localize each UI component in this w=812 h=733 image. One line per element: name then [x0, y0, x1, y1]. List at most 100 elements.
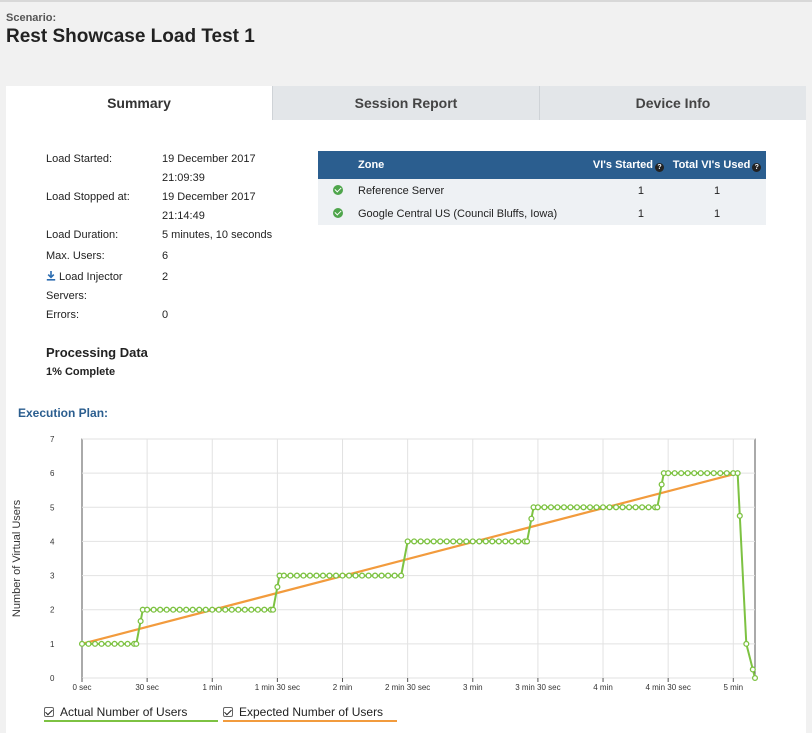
- zones-zone-header: Zone: [358, 151, 578, 179]
- zones-started-header-label: VI's Started: [592, 158, 653, 171]
- plot-area: [81, 438, 756, 679]
- load-started-value: 19 December 2017 21:09:39: [162, 150, 282, 188]
- actual-users-point: [424, 538, 431, 545]
- y-tick-label: 6: [50, 469, 55, 478]
- injector-label-line1: Load Injector: [59, 271, 123, 283]
- legend-expected-checkbox[interactable]: [223, 707, 233, 717]
- tab-summary[interactable]: Summary: [6, 86, 272, 120]
- actual-users-point: [482, 538, 489, 545]
- actual-users-point: [751, 674, 759, 682]
- execution-plan-chart: 0 1 2 3 4 5 6 7 0 sec 30 sec 1 min 1 min 30 sec 2 mi…: [11, 435, 759, 692]
- x-tick-label: 30 sec: [135, 683, 159, 692]
- actual-users-point: [541, 504, 548, 511]
- help-icon[interactable]: ?: [655, 162, 664, 172]
- actual-users-point: [137, 618, 144, 625]
- actual-users-point: [118, 640, 125, 647]
- actual-users-point: [332, 572, 340, 579]
- actual-users-point: [261, 606, 268, 613]
- actual-users-point: [586, 504, 594, 511]
- tab-bar: Summary Session Report Device Info: [6, 86, 806, 120]
- actual-users-point: [144, 606, 151, 613]
- actual-users-point: [78, 640, 86, 647]
- actual-users-point: [697, 470, 704, 477]
- actual-users-point: [248, 606, 255, 613]
- actual-users-point: [105, 640, 112, 647]
- x-tick-label: 3 min: [463, 683, 483, 692]
- actual-users-point: [215, 606, 222, 613]
- actual-users-point: [365, 572, 372, 579]
- actual-users-point: [717, 470, 724, 477]
- actual-users-point: [580, 504, 587, 511]
- zones-total-header: Total VI's Used?: [668, 151, 766, 179]
- load-stopped-time: 21:14:49: [162, 210, 205, 222]
- actual-users-point: [359, 572, 366, 579]
- injector-label-line2: Servers:: [46, 290, 87, 302]
- actual-users-point: [456, 538, 463, 545]
- tab-device-info[interactable]: Device Info: [539, 86, 806, 120]
- check-circle-icon: [333, 184, 343, 195]
- actual-users-point: [398, 572, 405, 579]
- actual-users-point: [743, 640, 750, 647]
- load-stopped-value: 19 December 2017 21:14:49: [162, 188, 282, 226]
- table-row: Google Central US (Council Bluffs, Iowa)…: [318, 202, 766, 225]
- actual-users-point: [235, 606, 242, 613]
- zone-name: Reference Server: [358, 179, 578, 202]
- actual-users-point: [111, 640, 118, 647]
- zone-total: 1: [668, 202, 766, 225]
- actual-users-point: [665, 470, 672, 477]
- y-tick-label: 1: [50, 640, 55, 649]
- zones-status-header: [318, 151, 358, 179]
- actual-users-point: [508, 538, 515, 545]
- actual-users-point: [619, 504, 626, 511]
- actual-users-point: [157, 606, 164, 613]
- actual-users-point: [345, 572, 353, 579]
- injector-label[interactable]: Load Injector Servers:: [46, 268, 156, 306]
- actual-users-point: [654, 504, 661, 511]
- actual-users-point: [241, 606, 248, 613]
- actual-users-point: [430, 538, 437, 545]
- actual-users-point: [254, 606, 261, 613]
- actual-users-point: [567, 504, 574, 511]
- actual-users-point: [391, 572, 398, 579]
- legend-expected-label: Expected Number of Users: [239, 705, 384, 719]
- actual-users-point: [489, 538, 496, 545]
- x-tick-label: 2 min 30 sec: [385, 683, 430, 692]
- zones-table: Zone VI's Started? Total VI's Used? Refe…: [318, 151, 766, 225]
- actual-users-point: [98, 640, 105, 647]
- legend-actual-checkbox[interactable]: [44, 707, 54, 717]
- actual-users-point: [626, 504, 633, 511]
- tab-session-report[interactable]: Session Report: [272, 86, 539, 120]
- load-stopped-date: 19 December 2017: [162, 191, 256, 203]
- errors-label: Errors:: [46, 309, 79, 321]
- actual-users-point: [202, 606, 209, 613]
- table-row: Reference Server 1 1: [318, 179, 766, 202]
- actual-users-point: [339, 572, 346, 579]
- actual-users-point: [593, 504, 600, 511]
- actual-users-point: [300, 572, 307, 579]
- actual-users-point: [450, 538, 457, 545]
- x-tick-label: 5 min: [724, 683, 744, 692]
- legend-actual[interactable]: Actual Number of Users: [44, 704, 218, 722]
- zone-status-cell: [318, 179, 358, 202]
- duration-value: 5 minutes, 10 seconds: [162, 229, 273, 241]
- y-axis-label: Number of Virtual Users: [11, 499, 23, 617]
- actual-users-point: [723, 470, 730, 477]
- actual-users-point: [671, 470, 678, 477]
- download-icon[interactable]: [46, 271, 56, 281]
- actual-users-point: [287, 572, 294, 579]
- help-icon[interactable]: ?: [752, 162, 762, 172]
- actual-users-point: [502, 538, 509, 545]
- actual-users-point: [222, 606, 229, 613]
- actual-users-point: [534, 504, 541, 511]
- actual-users-point: [560, 504, 568, 511]
- load-started-date: 19 December 2017: [162, 153, 256, 165]
- zone-started: 1: [578, 179, 668, 202]
- actual-users-point: [736, 512, 743, 519]
- actual-users-point: [196, 606, 203, 613]
- zones-started-header: VI's Started?: [578, 151, 668, 179]
- zone-status-cell: [318, 202, 358, 225]
- actual-users-point: [515, 538, 522, 545]
- actual-users-point: [189, 606, 196, 613]
- legend-expected[interactable]: Expected Number of Users: [223, 704, 397, 722]
- execution-plan-title: Execution Plan:: [18, 406, 109, 420]
